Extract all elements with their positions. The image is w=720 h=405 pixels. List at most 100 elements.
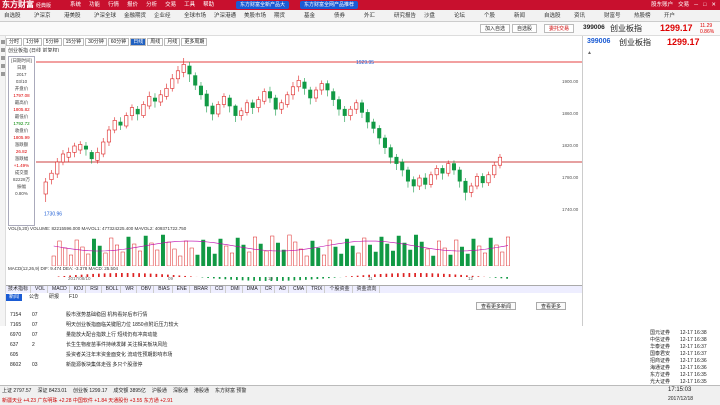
period-tab[interactable]: 60分钟	[107, 38, 130, 46]
indicator-tab[interactable]: DMI	[228, 286, 243, 293]
top-menu-item[interactable]: 分析	[146, 0, 157, 10]
news-tab[interactable]: 公告	[26, 294, 42, 301]
news-row[interactable]: 8602 03 新能源板块集体走强 多只个股涨停	[6, 362, 582, 369]
nav-item[interactable]: 企业经	[154, 11, 171, 19]
nav-item[interactable]: 沪深京	[34, 11, 51, 19]
trade-button[interactable]: 委托交易	[544, 24, 575, 33]
zoom-out-icon[interactable]	[1, 64, 5, 68]
status-item[interactable]: 上证 2797.57	[2, 387, 31, 394]
news-tab[interactable]: F10	[66, 294, 81, 301]
period-tab[interactable]: 月线	[164, 38, 181, 46]
status-item[interactable]: 沪股通	[152, 387, 167, 394]
nav-item[interactable]: 期货	[274, 11, 285, 19]
trade-link[interactable]: 交易	[678, 0, 689, 10]
right-news-row[interactable]: 国元证券 12-17 16:38	[570, 330, 720, 337]
top-menu-item[interactable]: 报价	[127, 0, 138, 10]
nav-item[interactable]: 资讯	[574, 11, 585, 19]
period-tab[interactable]: 30分钟	[85, 38, 107, 46]
status-item[interactable]: 深股通	[173, 387, 188, 394]
account-link[interactable]: 股东账户	[651, 0, 673, 10]
top-menu-item[interactable]: 工具	[184, 0, 195, 10]
draw-line-icon[interactable]	[1, 48, 5, 52]
indicator-tab[interactable]: CR	[263, 286, 276, 293]
news-row[interactable]: 637 2 长生生物疫苗事件持续发酵 关注相关板块风险	[6, 342, 582, 349]
settings-icon[interactable]	[1, 72, 5, 76]
period-tab[interactable]: 分时	[6, 38, 23, 46]
right-news-row[interactable]: 国泰君安 12-17 16:37	[570, 351, 720, 358]
indicator-tab[interactable]: OBV	[139, 286, 155, 293]
indicator-tab[interactable]: DMA	[245, 286, 261, 293]
favorites-button[interactable]: 自选股	[512, 24, 538, 33]
indicator-tab[interactable]: CCI	[213, 286, 227, 293]
indicator-tab[interactable]: TRIX	[309, 286, 326, 293]
minimize-icon[interactable]: ─	[694, 0, 698, 10]
indicator-tab[interactable]: WR	[123, 286, 137, 293]
nav-item[interactable]: 财富号	[604, 11, 621, 19]
nav-item[interactable]: 开户	[664, 11, 675, 19]
volume-chart[interactable]	[8, 232, 582, 266]
nav-item[interactable]: 论坛	[454, 11, 465, 19]
news-row[interactable]: 7165 07 明天创业板指面临关键阻力位 1850点附近压力较大	[6, 322, 582, 329]
more-button[interactable]: 查看更多	[536, 302, 567, 310]
news-row[interactable]: 7154 07 股市涨势基础稳固 机构看好后市行情	[6, 312, 582, 319]
nav-item[interactable]: 个股	[484, 11, 495, 19]
top-menu-item[interactable]: 帮助	[203, 0, 214, 10]
indicator-tab[interactable]: RSI	[88, 286, 102, 293]
top-menu-item[interactable]: 交易	[165, 0, 176, 10]
right-news-row[interactable]: 招商证券 12-17 16:36	[570, 358, 720, 365]
right-news-row[interactable]: 东方证券 12-17 16:35	[570, 372, 720, 379]
news-row[interactable]: 605 投资者关注年末资金面变化 流动性预期影响市场	[6, 352, 582, 359]
indicator-tab[interactable]: 资金流向	[355, 286, 380, 293]
period-tab[interactable]: 15分钟	[62, 38, 85, 46]
nav-item[interactable]: 沙盘	[424, 11, 435, 19]
nav-item[interactable]: 新闻	[514, 11, 525, 19]
period-tab[interactable]: 5分钟	[42, 38, 62, 46]
period-tab[interactable]: 日线	[130, 38, 147, 46]
promo-banner-1[interactable]: 东方财富全新产品大	[236, 1, 290, 9]
indicator-tab[interactable]: BOLL	[104, 286, 122, 293]
nav-item[interactable]: 自选股	[544, 11, 561, 19]
nav-item[interactable]: 基金	[304, 11, 315, 19]
cursor-icon[interactable]	[1, 40, 5, 44]
nav-item[interactable]: 研究报告	[394, 11, 416, 19]
nav-item[interactable]: 自选股	[4, 11, 21, 19]
news-tab[interactable]: 研报	[46, 294, 62, 301]
top-menu-item[interactable]: 行情	[108, 0, 119, 10]
zoom-in-icon[interactable]	[1, 56, 5, 60]
indicator-tab[interactable]: AD	[277, 286, 289, 293]
top-menu-item[interactable]: 系统	[70, 0, 81, 10]
nav-item[interactable]: 港美股	[64, 11, 81, 19]
indicator-tab[interactable]: VOL	[33, 286, 49, 293]
indicator-tab[interactable]: BRAR	[192, 286, 211, 293]
promo-banner-2[interactable]: 东方财富全网产品推荐	[300, 1, 359, 9]
status-item[interactable]: 成交额 3895亿	[113, 387, 146, 394]
right-news-row[interactable]: 海通证券 12-17 16:36	[570, 365, 720, 372]
add-favorite-button[interactable]: 加入自选	[480, 24, 511, 33]
nav-item[interactable]: 美股市场	[244, 11, 266, 19]
indicator-tab[interactable]: 个股资金	[327, 286, 353, 293]
status-item[interactable]: 港股通	[194, 387, 209, 394]
nav-item[interactable]: 外汇	[364, 11, 375, 19]
nav-item[interactable]: 沪深港通	[214, 11, 236, 19]
maximize-icon[interactable]: □	[703, 0, 706, 10]
period-tab[interactable]: 更多周期	[181, 38, 208, 46]
period-tab[interactable]: 1分钟	[23, 38, 42, 46]
news-row[interactable]: 6970 07 量能放大配合指数上行 短线仍有冲高动能	[6, 332, 582, 339]
indicator-tab[interactable]: CMA	[291, 286, 308, 293]
period-tab[interactable]: 周线	[147, 38, 164, 46]
close-icon[interactable]: ✕	[711, 0, 716, 10]
status-item[interactable]: 深证 8423.01	[37, 387, 66, 394]
nav-item[interactable]: 热股榜	[634, 11, 651, 19]
status-item[interactable]: 东方财富 预警	[215, 387, 246, 394]
more-news-button[interactable]: 查看更多新闻	[476, 302, 517, 310]
news-tab[interactable]: 新闻	[6, 294, 23, 301]
indicator-tab[interactable]: BIAS	[156, 286, 173, 293]
nav-item[interactable]: 债券	[334, 11, 345, 19]
right-news-row[interactable]: 华泰证券 12-17 16:37	[570, 344, 720, 351]
nav-item[interactable]: 沪深全球	[94, 11, 116, 19]
indicator-tab[interactable]: KDJ	[72, 286, 87, 293]
indicator-tab[interactable]: MACD	[50, 286, 70, 293]
top-menu-item[interactable]: 功能	[89, 0, 100, 10]
nav-item[interactable]: 全球市场	[184, 11, 206, 19]
right-news-row[interactable]: 中信证券 12-17 16:38	[570, 337, 720, 344]
